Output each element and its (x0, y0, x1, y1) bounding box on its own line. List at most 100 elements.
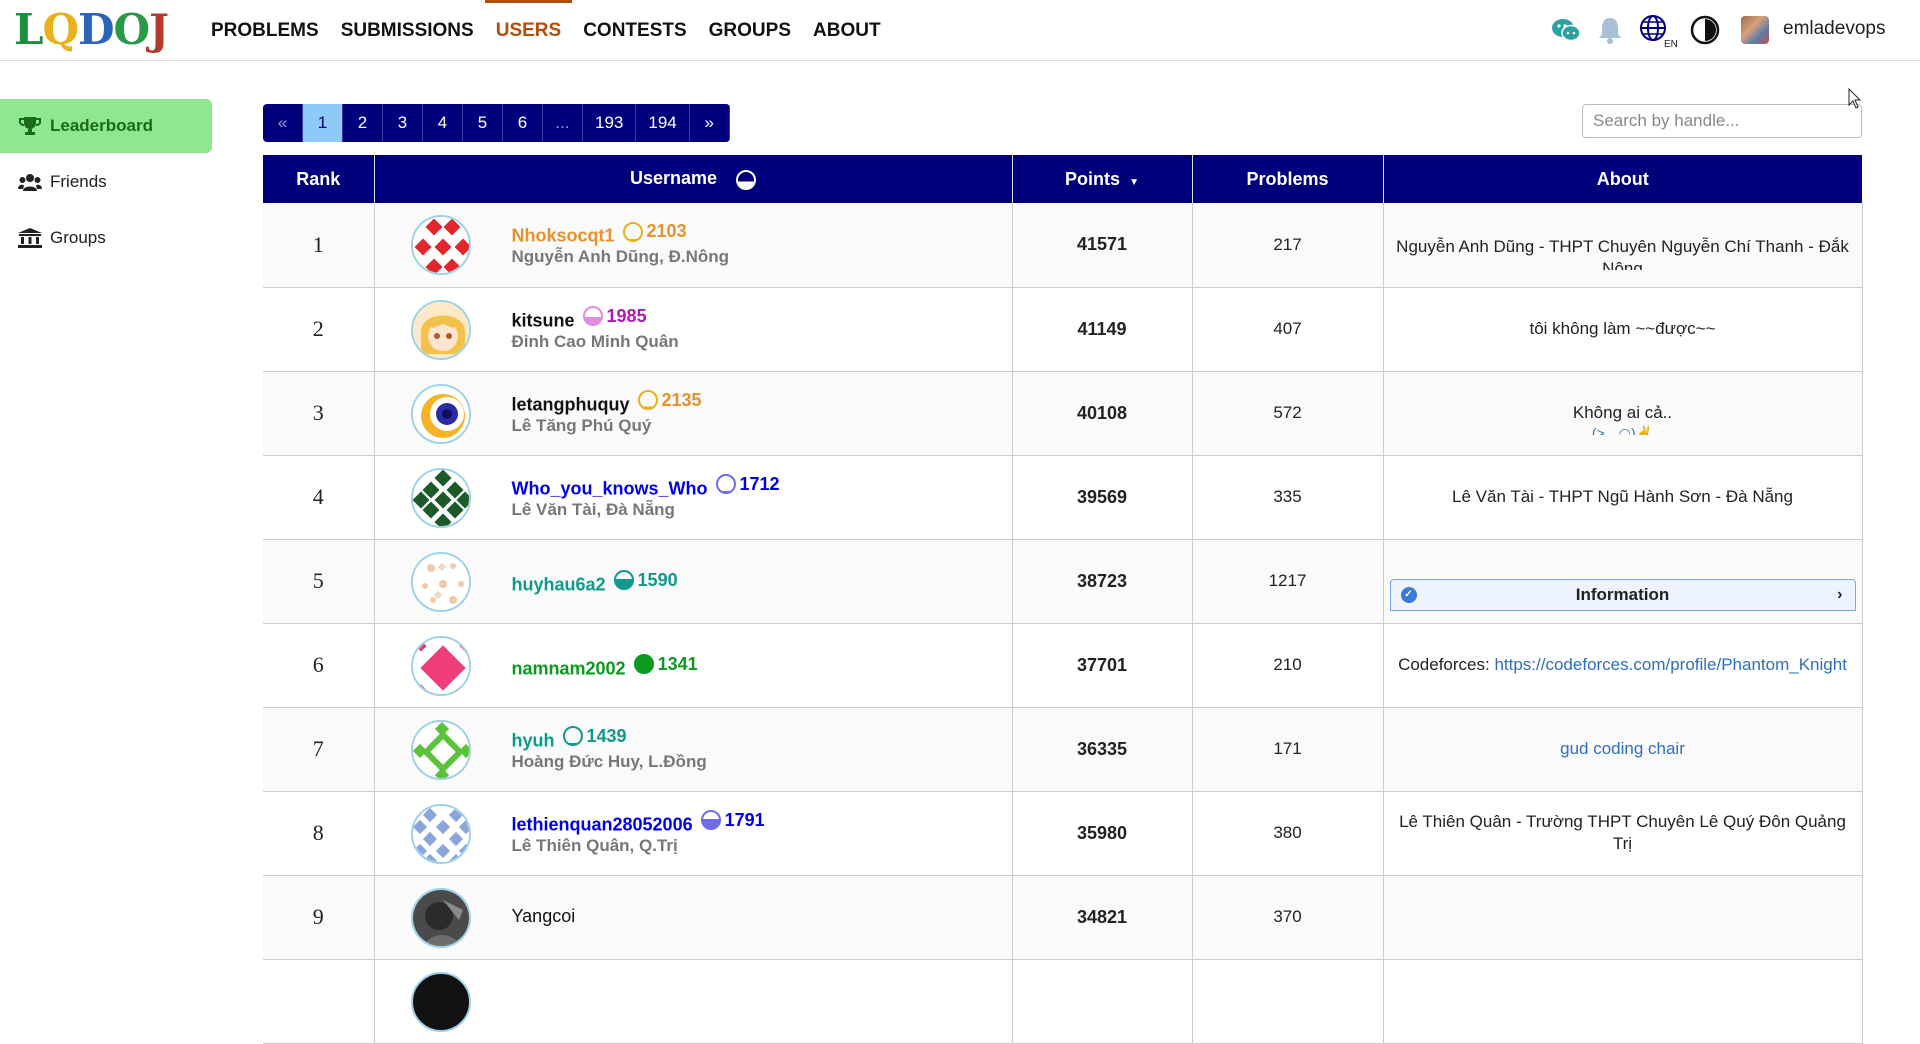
user-fullname: Hoàng Đức Huy, L.Đồng (511, 751, 707, 771)
problems-cell: 370 (1192, 875, 1384, 960)
username-link[interactable]: namnam2002 1341 (512, 654, 698, 680)
points-cell: 38723 (1012, 539, 1193, 624)
problems-cell: 407 (1192, 287, 1384, 372)
rating-circle-icon (562, 726, 583, 746)
page-link[interactable]: 2 (343, 104, 383, 142)
nav-about[interactable]: ABOUT (802, 0, 892, 61)
sidebar-item-friends[interactable]: Friends (0, 155, 212, 209)
about-cell: ✓ Information › (1383, 539, 1863, 624)
user-fullname: Lê Thiên Quân, Q.Trị (511, 835, 678, 855)
header-points[interactable]: Points ▼ (1012, 155, 1193, 203)
about-link[interactable]: gud coding chair (1560, 739, 1685, 758)
nav-contests[interactable]: CONTESTS (572, 0, 697, 61)
page-link[interactable]: 5 (463, 104, 503, 142)
username-link[interactable]: Who_you_knows_Who 1712 (512, 474, 780, 500)
pagination: « 1 2 3 4 5 6 ... 193 194 » (263, 104, 730, 142)
rating-circle-icon (637, 390, 658, 410)
username-link[interactable]: Nhoksocqt1 2103 (512, 221, 687, 247)
points-cell: 40108 (1012, 371, 1193, 456)
page-link[interactable]: 193 (583, 104, 637, 142)
points-cell (1012, 959, 1193, 1044)
about-text: Lê Thiên Quân - Trường THPT Chuyên Lê Qu… (1399, 812, 1846, 853)
nav-groups[interactable]: GROUPS (698, 0, 802, 61)
username-link[interactable]: kitsune 1985 (512, 306, 647, 332)
user-rating: 2103 (622, 221, 687, 242)
mouse-cursor-icon (1848, 88, 1862, 109)
nav-problems[interactable]: PROBLEMS (200, 0, 330, 61)
username-link[interactable]: hyuh 1439 (512, 726, 627, 752)
points-cell: 34821 (1012, 875, 1193, 960)
avatar[interactable] (410, 551, 471, 612)
theme-toggle-icon[interactable] (1689, 14, 1721, 46)
table-header-row: Rank Username Points ▼ Problems About (263, 155, 1862, 203)
points-cell: 41571 (1012, 203, 1193, 288)
username-link[interactable]: lethienquan28052006 1791 (512, 810, 765, 836)
chat-icon[interactable] (1550, 14, 1582, 46)
logo-letter: D (78, 5, 114, 54)
avatar[interactable] (410, 383, 471, 444)
user-rating: 1712 (715, 474, 780, 495)
site-logo[interactable]: LQDOJ (14, 5, 169, 54)
user-cell: huyhau6a2 1590 (374, 539, 1013, 624)
information-collapsible[interactable]: ✓ Information › (1389, 579, 1856, 611)
points-cell: 39569 (1012, 455, 1193, 540)
username-link[interactable]: huyhau6a2 1590 (512, 570, 678, 596)
nav-submissions[interactable]: SUBMISSIONS (330, 0, 485, 61)
sidebar-item-label: Friends (50, 172, 107, 191)
header-username[interactable]: Username (374, 155, 1013, 203)
avatar[interactable] (410, 467, 471, 528)
avatar[interactable] (410, 971, 471, 1032)
current-username[interactable]: emladevops (1783, 18, 1885, 40)
rank-cell: 5 (263, 539, 375, 624)
avatar[interactable] (410, 299, 471, 360)
username-link[interactable]: Yangcoi (512, 906, 576, 927)
problems-cell: 380 (1192, 791, 1384, 876)
avatar[interactable] (410, 635, 471, 696)
rating-circle-icon (613, 570, 634, 590)
user-cell (374, 959, 1013, 1044)
sidebar-item-leaderboard[interactable]: Leaderboard (0, 99, 212, 153)
rating-circle-icon (633, 654, 654, 674)
user-cell: kitsune 1985 Đinh Cao Minh Quân (374, 287, 1013, 372)
bell-icon[interactable] (1594, 14, 1626, 46)
table-row: 9 Yangcoi 34821 370 (263, 875, 1863, 960)
nav-users[interactable]: USERS (484, 0, 573, 61)
pagination-next[interactable]: » (690, 104, 730, 142)
user-avatar[interactable] (1741, 16, 1769, 44)
rank-cell: 6 (263, 623, 375, 708)
page-link[interactable]: 3 (383, 104, 423, 142)
avatar[interactable] (410, 887, 471, 948)
header-rank: Rank (263, 155, 375, 203)
sidebar-item-groups[interactable]: Groups (0, 211, 212, 265)
avatar[interactable] (410, 803, 471, 864)
table-row: 7 hyuh 1439 Hoàng Đức Huy, L.Đồng 36335 1… (263, 707, 1863, 792)
points-cell: 37701 (1012, 623, 1193, 708)
information-label: Information (1575, 585, 1670, 604)
page-link[interactable]: 1 (303, 104, 343, 142)
codeforces-profile-link[interactable]: https://codeforces.com/profile/Phantom_K… (1494, 655, 1846, 674)
search-input[interactable] (1582, 104, 1862, 138)
rank-cell: 9 (263, 875, 375, 960)
table-row: 3 letangphuquy 2135 Lê Tăng Phú Quý 40108… (263, 371, 1863, 456)
user-rating: 1590 (613, 570, 678, 591)
header-points-label: Points (1065, 168, 1121, 189)
page-link[interactable]: 4 (423, 104, 463, 142)
username-link[interactable]: letangphuquy 2135 (512, 390, 702, 416)
rating-circle-icon (736, 169, 757, 190)
sidebar: Leaderboard Friends Groups (0, 99, 212, 267)
user-rating: 1791 (700, 810, 765, 831)
table-row: 8 lethienquan28052006 1791 Lê Thiên Quân,… (263, 791, 1863, 876)
about-text: Lê Văn Tài - THPT Ngũ Hành Sơn - Đà Nẵng (1452, 487, 1793, 506)
user-cell: hyuh 1439 Hoàng Đức Huy, L.Đồng (374, 707, 1013, 792)
page-link[interactable]: 194 (636, 104, 690, 142)
rating-circle-icon (582, 306, 603, 326)
problems-cell (1192, 959, 1384, 1044)
page-link[interactable]: 6 (503, 104, 543, 142)
avatar[interactable] (410, 719, 471, 780)
pagination-prev[interactable]: « (263, 104, 303, 142)
avatar[interactable] (410, 215, 471, 275)
header-problems[interactable]: Problems (1192, 155, 1384, 203)
page-ellipsis: ... (543, 104, 583, 142)
leaderboard-table: Rank Username Points ▼ Problems About 1 … (263, 155, 1863, 1044)
header-username-label: Username (629, 168, 718, 189)
